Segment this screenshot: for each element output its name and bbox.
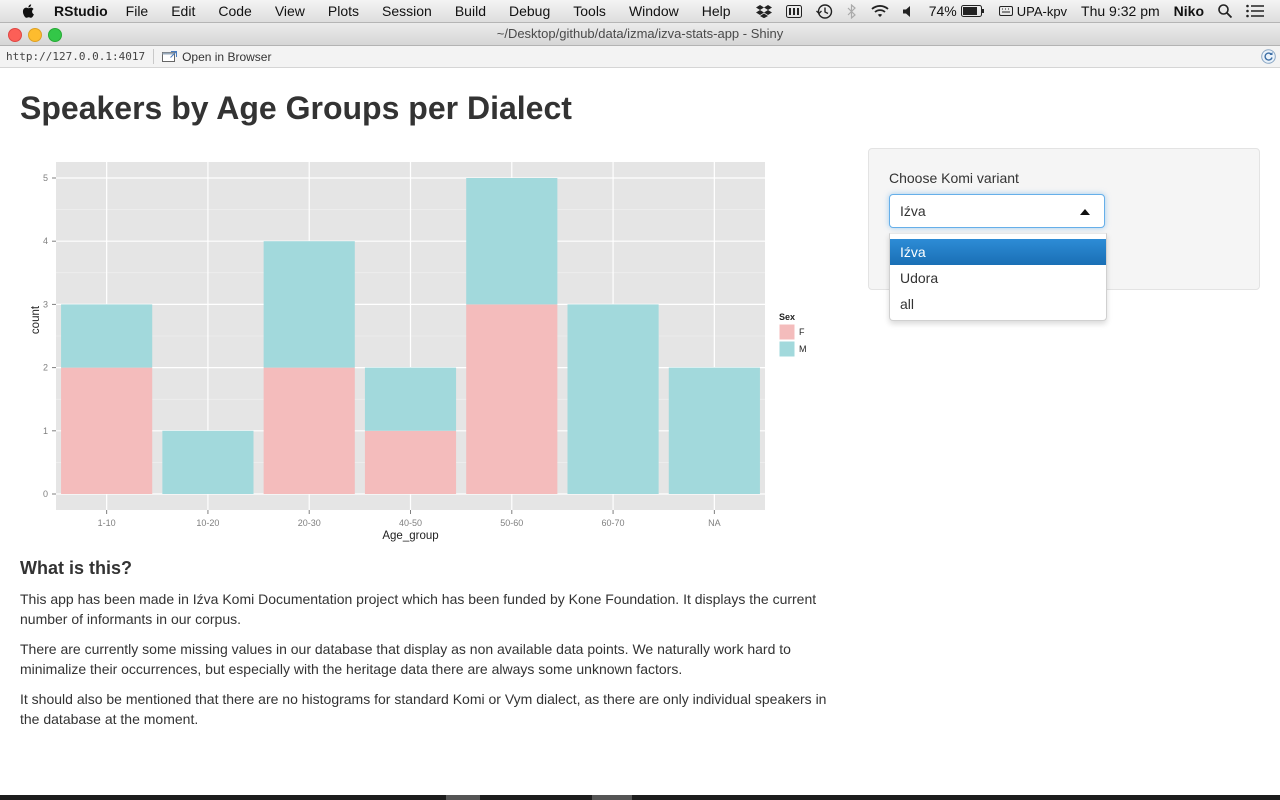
legend-label-f: F [799, 327, 805, 337]
bar-m-1-10 [61, 304, 153, 368]
menu-view[interactable]: View [275, 3, 305, 19]
volume-icon[interactable] [902, 5, 915, 18]
menu-debug[interactable]: Debug [509, 3, 550, 19]
y-tick-label: 3 [43, 299, 48, 309]
notification-center-icon[interactable] [1246, 4, 1264, 18]
x-tick-label: 20-30 [298, 518, 321, 528]
section-heading: What is this? [20, 558, 132, 578]
komi-variant-select[interactable]: Iźva [889, 194, 1105, 228]
dock-item [592, 795, 632, 800]
bar-f-40-50 [364, 430, 457, 494]
spotlight-search-icon[interactable] [1218, 4, 1232, 18]
user-name[interactable]: Niko [1174, 3, 1204, 19]
memory-icon[interactable] [785, 4, 802, 18]
x-tick-label: 50-60 [500, 518, 523, 528]
open-in-browser-label: Open in Browser [182, 49, 272, 64]
x-tick-label: 1-10 [98, 518, 116, 528]
input-source[interactable]: UPA-kpv [1017, 4, 1067, 19]
toolbar-divider [153, 49, 155, 64]
option-all[interactable]: all [890, 291, 1106, 317]
refresh-icon[interactable] [1261, 49, 1276, 67]
battery-percent[interactable]: 74% [929, 3, 957, 19]
open-in-browser-button[interactable]: Open in Browser [162, 50, 271, 64]
option-izva[interactable]: Iźva [890, 239, 1106, 265]
x-tick-label: NA [708, 518, 721, 528]
x-tick-label: 10-20 [196, 518, 219, 528]
y-tick-label: 4 [43, 236, 48, 246]
legend-swatch-m [778, 340, 796, 358]
menu-session[interactable]: Session [382, 3, 432, 19]
bar-m-40-50 [364, 367, 457, 431]
bar-m-20-30 [263, 241, 355, 368]
bar-f-1-10 [61, 367, 153, 494]
x-tick-label: 40-50 [399, 518, 422, 528]
legend-swatch-f [778, 323, 796, 341]
clock[interactable]: Thu 9:32 pm [1081, 3, 1160, 19]
y-tick-label: 2 [43, 363, 48, 373]
window-title-bar: ~/Desktop/github/data/izma/izva-stats-ap… [0, 23, 1280, 46]
y-tick-label: 1 [43, 426, 48, 436]
bar-f-20-30 [263, 367, 355, 494]
zoom-window-button[interactable] [48, 28, 62, 42]
shiny-app: Speakers by Age Groups per Dialect 0 1 2 3 4… [0, 68, 1280, 800]
dropbox-icon[interactable] [755, 4, 772, 18]
wifi-icon[interactable] [871, 4, 889, 18]
option-udora[interactable]: Udora [890, 265, 1106, 291]
page-title: Speakers by Age Groups per Dialect [20, 90, 572, 126]
dock-item [446, 795, 480, 800]
bar-m-10-20 [162, 430, 254, 494]
menu-code[interactable]: Code [218, 3, 251, 19]
menu-edit[interactable]: Edit [171, 3, 195, 19]
bar-f-50-60 [466, 304, 558, 494]
caret-up-icon [1080, 209, 1090, 215]
menu-help[interactable]: Help [702, 3, 731, 19]
select-label: Choose Komi variant [889, 170, 1019, 186]
browser-window-icon [162, 50, 178, 62]
dock-strip [0, 795, 1280, 800]
age-group-bar-chart: 0 1 2 3 4 5 1-10 10-20 20-30 40-50 50-60 60-70 NA Age… [30, 162, 807, 542]
minimize-window-button[interactable] [28, 28, 42, 42]
menu-window[interactable]: Window [629, 3, 679, 19]
menu-file[interactable]: File [126, 3, 149, 19]
y-axis-title: count [30, 305, 42, 334]
apple-icon[interactable] [20, 3, 38, 19]
legend-title: Sex [779, 312, 795, 322]
bluetooth-icon[interactable] [847, 3, 857, 19]
bar-m-NA [668, 367, 760, 494]
menu-tools[interactable]: Tools [573, 3, 606, 19]
close-window-button[interactable] [8, 28, 22, 42]
keyboard-icon[interactable] [998, 6, 1013, 16]
bar-m-60-70 [567, 304, 659, 494]
app-url: http://127.0.0.1:4017 [6, 50, 146, 63]
x-tick-label: 60-70 [602, 518, 625, 528]
legend-label-m: M [799, 344, 807, 354]
y-tick-label: 0 [43, 489, 48, 499]
variant-dropdown-list: Iźva Udora all [889, 233, 1107, 321]
paragraph-missing-values: There are currently some missing values … [20, 641, 791, 677]
x-axis-title: Age_group [382, 530, 438, 542]
menu-plots[interactable]: Plots [328, 3, 359, 19]
menu-build[interactable]: Build [455, 3, 486, 19]
paragraph-intro: This app has been made in Iźva Komi Docu… [20, 591, 817, 627]
paragraph-no-histograms: It should also be mentioned that there a… [20, 691, 827, 727]
selected-value: Iźva [900, 203, 926, 219]
sidebar-panel: Choose Komi variant Iźva Iźva Udora all [868, 148, 1260, 321]
system-menu-bar: RStudio File Edit Code View Plots Sessio… [0, 0, 1280, 23]
battery-icon[interactable] [960, 5, 985, 17]
y-tick-label: 5 [43, 173, 48, 183]
app-name-menu[interactable]: RStudio [54, 3, 108, 19]
time-machine-icon[interactable] [815, 3, 833, 20]
viewer-toolbar: http://127.0.0.1:4017 Open in Browser [0, 46, 1280, 68]
window-title: ~/Desktop/github/data/izma/izva-stats-ap… [496, 26, 784, 41]
bar-m-50-60 [466, 178, 558, 305]
